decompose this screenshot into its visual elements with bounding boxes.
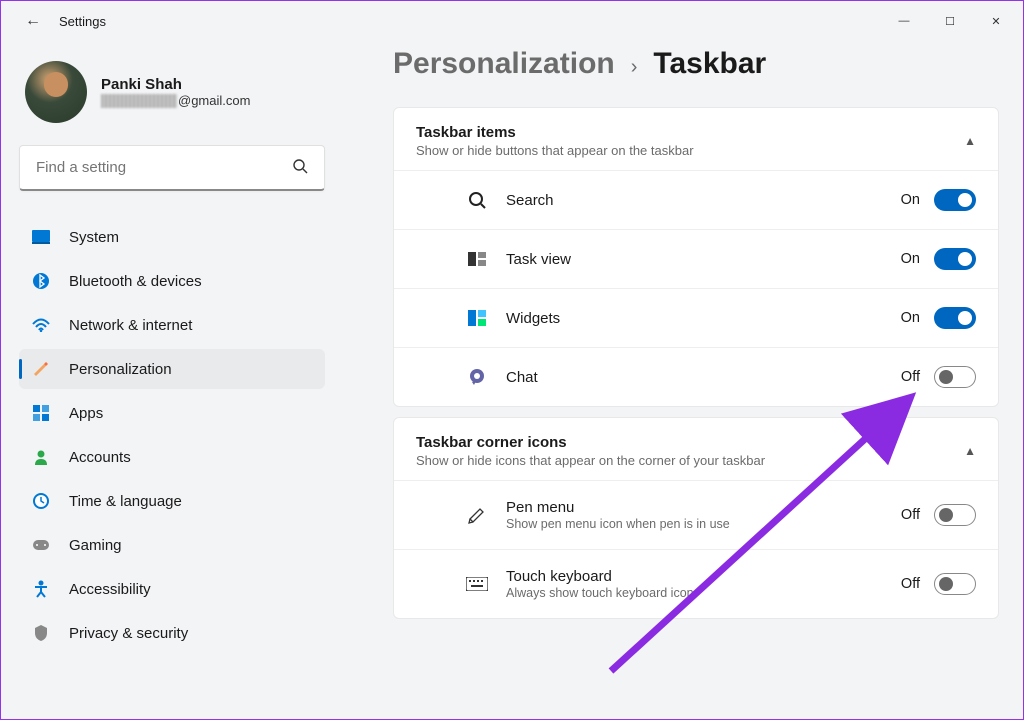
row-pen-menu: Pen menu Show pen menu icon when pen is …: [394, 480, 998, 549]
widgets-toggle[interactable]: [934, 307, 976, 329]
card-subtitle: Show or hide icons that appear on the co…: [416, 453, 765, 468]
taskview-toggle[interactable]: [934, 248, 976, 270]
sidebar-item-accessibility[interactable]: Accessibility: [19, 569, 325, 609]
sidebar-item-label: Network & internet: [69, 317, 192, 334]
sidebar-item-label: System: [69, 229, 119, 246]
row-label: Task view: [506, 251, 901, 268]
toggle-state: On: [901, 310, 920, 326]
sidebar-item-label: Time & language: [69, 493, 182, 510]
sidebar-item-personalization[interactable]: Personalization: [19, 349, 325, 389]
chat-icon: [466, 368, 488, 386]
toggle-state: Off: [901, 507, 920, 523]
row-chat: Chat Off: [394, 347, 998, 406]
sidebar-item-network[interactable]: Network & internet: [19, 305, 325, 345]
sidebar-item-gaming[interactable]: Gaming: [19, 525, 325, 565]
sidebar-item-accounts[interactable]: Accounts: [19, 437, 325, 477]
maximize-button[interactable]: ☐: [927, 5, 973, 37]
chat-toggle[interactable]: [934, 366, 976, 388]
sidebar-item-label: Accessibility: [69, 581, 151, 598]
taskview-icon: [466, 252, 488, 266]
page-title: Taskbar: [653, 47, 766, 81]
card-title: Taskbar corner icons: [416, 434, 765, 451]
row-sublabel: Always show touch keyboard icon: [506, 586, 766, 600]
sidebar-item-label: Apps: [69, 405, 103, 422]
toggle-state: On: [901, 192, 920, 208]
row-widgets: Widgets On: [394, 288, 998, 347]
chevron-up-icon[interactable]: ▲: [964, 444, 976, 458]
nav: System Bluetooth & devices Network & int…: [19, 217, 325, 653]
personalization-icon: [31, 359, 51, 379]
toggle-state: Off: [901, 369, 920, 385]
chevron-up-icon[interactable]: ▲: [964, 134, 976, 148]
chevron-right-icon: ›: [631, 56, 638, 79]
sidebar-item-label: Bluetooth & devices: [69, 273, 202, 290]
row-touch-keyboard: Touch keyboard Always show touch keyboar…: [394, 549, 998, 618]
taskbar-items-card: Taskbar items Show or hide buttons that …: [393, 107, 999, 407]
sidebar-item-label: Gaming: [69, 537, 122, 554]
sidebar-item-privacy[interactable]: Privacy & security: [19, 613, 325, 653]
search-box[interactable]: [19, 145, 325, 191]
row-taskview: Task view On: [394, 229, 998, 288]
content: Personalization › Taskbar Taskbar items …: [341, 41, 1023, 719]
sidebar-item-system[interactable]: System: [19, 217, 325, 257]
row-label: Widgets: [506, 310, 901, 327]
accessibility-icon: [31, 579, 51, 599]
close-button[interactable]: ✕: [973, 5, 1019, 37]
breadcrumb-parent[interactable]: Personalization: [393, 47, 615, 81]
row-label: Touch keyboard: [506, 568, 901, 585]
search-icon: [466, 191, 488, 209]
network-icon: [31, 315, 51, 335]
toggle-state: On: [901, 251, 920, 267]
row-search: Search On: [394, 170, 998, 229]
row-label: Chat: [506, 369, 901, 386]
touchkb-toggle[interactable]: [934, 573, 976, 595]
search-icon: [292, 158, 308, 177]
sidebar-item-label: Privacy & security: [69, 625, 188, 642]
sidebar-item-time[interactable]: Time & language: [19, 481, 325, 521]
titlebar: ← Settings ― ☐ ✕: [1, 1, 1023, 41]
pen-toggle[interactable]: [934, 504, 976, 526]
avatar: [25, 61, 87, 123]
card-header[interactable]: Taskbar corner icons Show or hide icons …: [394, 418, 998, 480]
gaming-icon: [31, 535, 51, 555]
time-icon: [31, 491, 51, 511]
back-button[interactable]: ←: [25, 12, 41, 30]
card-title: Taskbar items: [416, 124, 694, 141]
card-subtitle: Show or hide buttons that appear on the …: [416, 143, 694, 158]
accounts-icon: [31, 447, 51, 467]
sidebar-item-label: Accounts: [69, 449, 131, 466]
profile-name: Panki Shah: [101, 76, 250, 93]
bluetooth-icon: [31, 271, 51, 291]
sidebar-item-bluetooth[interactable]: Bluetooth & devices: [19, 261, 325, 301]
row-sublabel: Show pen menu icon when pen is in use: [506, 517, 766, 531]
apps-icon: [31, 403, 51, 423]
sidebar-item-label: Personalization: [69, 361, 172, 378]
search-toggle[interactable]: [934, 189, 976, 211]
pen-icon: [466, 505, 488, 525]
widgets-icon: [466, 310, 488, 326]
breadcrumb: Personalization › Taskbar: [393, 47, 999, 81]
search-input[interactable]: [36, 159, 292, 176]
card-header[interactable]: Taskbar items Show or hide buttons that …: [394, 108, 998, 170]
window-controls: ― ☐ ✕: [881, 5, 1019, 37]
keyboard-icon: [466, 577, 488, 591]
row-label: Search: [506, 192, 901, 209]
system-icon: [31, 227, 51, 247]
toggle-state: Off: [901, 576, 920, 592]
window-title: Settings: [59, 14, 106, 29]
row-label: Pen menu: [506, 499, 901, 516]
profile-email: @gmail.com: [101, 93, 250, 108]
corner-icons-card: Taskbar corner icons Show or hide icons …: [393, 417, 999, 619]
sidebar: Panki Shah @gmail.com System Bluetooth &…: [1, 41, 341, 719]
sidebar-item-apps[interactable]: Apps: [19, 393, 325, 433]
profile-block[interactable]: Panki Shah @gmail.com: [19, 61, 325, 123]
redacted-text: [101, 94, 177, 108]
privacy-icon: [31, 623, 51, 643]
minimize-button[interactable]: ―: [881, 5, 927, 37]
